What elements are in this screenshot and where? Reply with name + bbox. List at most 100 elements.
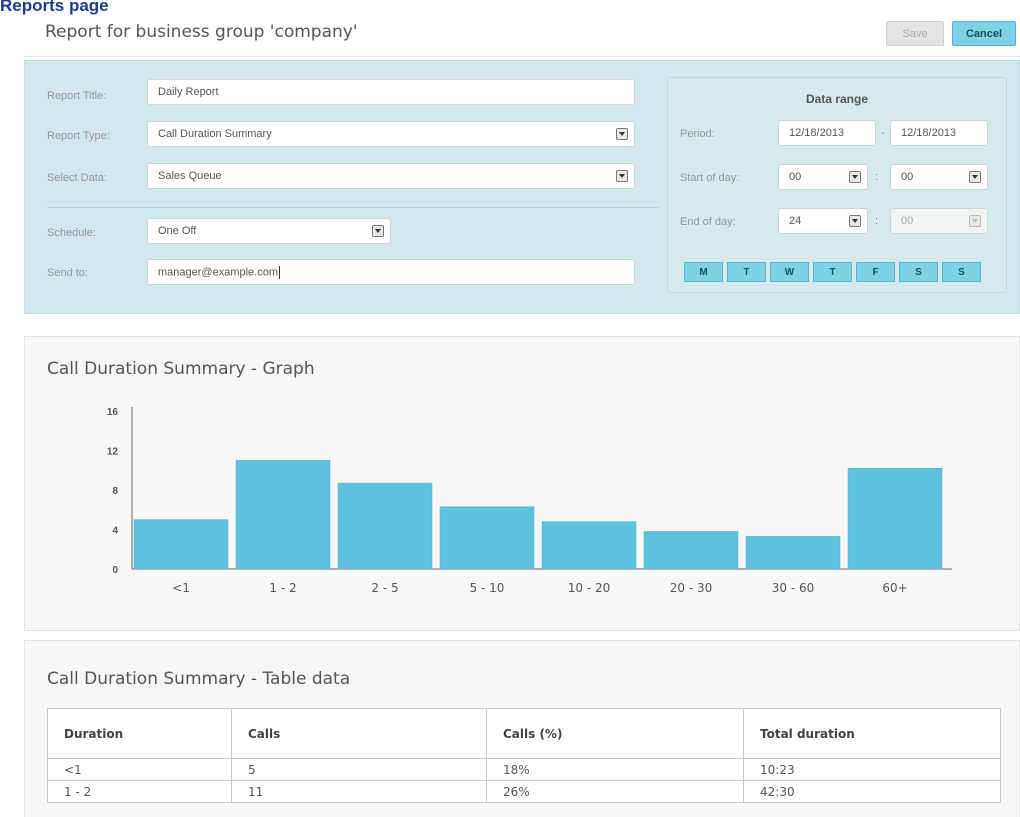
summary-table: Duration Calls Calls (%) Total duration … [47,708,1001,803]
end-minute-select[interactable]: 00 [890,208,988,234]
cell-duration: <1 [47,758,232,781]
period-from-value: 12/18/2013 [789,127,845,139]
form-divider [47,207,659,208]
start-minute-value: 00 [901,171,914,183]
cell-calls-percent: 26% [486,780,744,803]
y-tick-label: 12 [107,447,119,458]
report-settings-panel: Report Title: Daily Report Report Type: … [24,60,1020,314]
page-heading: Reports page [0,0,109,15]
day-toggle-friday[interactable]: F [856,262,895,282]
x-tick-label: <1 [172,581,190,595]
schedule-label: Schedule: [47,227,96,239]
select-data-label: Select Data: [47,172,107,184]
select-data-value: Sales Queue [158,170,222,182]
y-tick-label: 16 [107,407,119,418]
call-duration-chart: 0 4 8 12 16 <1 1 - 2 2 - 5 5 - 10 10 - 20 20 - 30 3… [107,407,952,595]
table-card: Call Duration Summary - Table data Durat… [24,640,1020,817]
start-minute-select[interactable]: 00 [890,164,988,190]
period-from-input[interactable]: 12/18/2013 [778,120,876,146]
chart-bar [745,536,841,570]
chevron-down-icon [969,215,981,227]
x-tick-label: 2 - 5 [371,581,398,595]
data-range-title: Data range [805,92,869,106]
end-hour-select[interactable]: 24 [778,208,868,234]
chart-bar [541,521,637,570]
send-to-value: manager@example.com [158,265,278,278]
chart-bar [235,460,331,570]
chart-bar [133,519,229,570]
day-toggle-monday[interactable]: M [684,262,723,282]
text-cursor [279,265,280,279]
report-title-value: Daily Report [158,86,219,98]
x-tick-label: 5 - 10 [470,581,505,595]
table-header-row: Duration Calls Calls (%) Total duration [47,708,1001,759]
chevron-down-icon[interactable] [616,128,628,140]
x-tick-label: 20 - 30 [670,581,713,595]
graph-card: Call Duration Summary - Graph 0 4 8 12 16 <1 1… [24,336,1020,631]
end-hour-value: 24 [789,215,802,227]
cancel-button[interactable]: Cancel [952,21,1016,46]
column-header-calls-percent: Calls (%) [486,708,744,759]
report-type-select[interactable]: Call Duration Summary [147,121,635,147]
weekday-toggles: M T W T F S S [684,262,981,282]
y-tick-label: 0 [112,565,118,576]
cell-calls: 5 [231,758,487,781]
end-time-separator: : [875,215,879,227]
schedule-value: One Off [158,225,197,237]
graph-title: Call Duration Summary - Graph [47,359,315,379]
chart-bar [847,468,943,570]
cell-calls-percent: 18% [486,758,744,781]
period-label: Period: [680,128,715,140]
day-toggle-wednesday[interactable]: W [770,262,809,282]
x-tick-label: 60+ [882,581,907,595]
chevron-down-icon[interactable] [969,171,981,183]
x-tick-label: 1 - 2 [269,581,296,595]
x-tick-label: 30 - 60 [772,581,815,595]
chart-bar [337,482,433,570]
chart-bar [439,506,535,570]
day-toggle-tuesday[interactable]: T [727,262,766,282]
report-title-input[interactable]: Daily Report [147,79,635,105]
column-header-total-duration: Total duration [743,708,1001,759]
report-header: Report for business group 'company' [45,22,358,42]
day-toggle-saturday[interactable]: S [899,262,938,282]
report-type-value: Call Duration Summary [158,128,272,140]
table-row: 1 - 2 11 26% 42:30 [47,780,1001,803]
period-separator: - [881,127,885,139]
period-to-value: 12/18/2013 [901,127,957,139]
x-tick-label: 10 - 20 [568,581,611,595]
report-type-label: Report Type: [47,130,110,142]
cell-calls: 11 [231,780,487,803]
end-of-day-label: End of day: [680,216,736,228]
chevron-down-icon[interactable] [616,170,628,182]
day-toggle-sunday[interactable]: S [942,262,981,282]
table-title: Call Duration Summary - Table data [47,669,351,689]
send-to-label: Send to: [47,267,88,279]
header-divider [24,56,1020,57]
schedule-select[interactable]: One Off [147,218,391,244]
day-toggle-thursday[interactable]: T [813,262,852,282]
y-tick-label: 8 [112,486,118,497]
column-header-duration: Duration [47,708,232,759]
chevron-down-icon[interactable] [849,215,861,227]
send-to-input[interactable]: manager@example.com [147,259,635,285]
cell-duration: 1 - 2 [47,780,232,803]
start-of-day-label: Start of day: [680,172,740,184]
chart-bar [643,531,739,570]
period-to-input[interactable]: 12/18/2013 [890,120,988,146]
cell-total-duration: 10:23 [743,758,1001,781]
cell-total-duration: 42:30 [743,780,1001,803]
y-tick-label: 4 [112,526,118,537]
end-minute-value: 00 [901,215,914,227]
chevron-down-icon[interactable] [849,171,861,183]
chevron-down-icon[interactable] [372,225,384,237]
column-header-calls: Calls [231,708,487,759]
select-data-select[interactable]: Sales Queue [147,163,635,189]
save-button[interactable]: Save [886,21,944,46]
start-hour-value: 00 [789,171,802,183]
report-title-label: Report Title: [47,90,107,102]
table-row: <1 5 18% 10:23 [47,758,1001,781]
data-range-box: Data range Period: 12/18/2013 - 12/18/20… [667,77,1007,293]
start-hour-select[interactable]: 00 [778,164,868,190]
start-time-separator: : [875,171,879,183]
